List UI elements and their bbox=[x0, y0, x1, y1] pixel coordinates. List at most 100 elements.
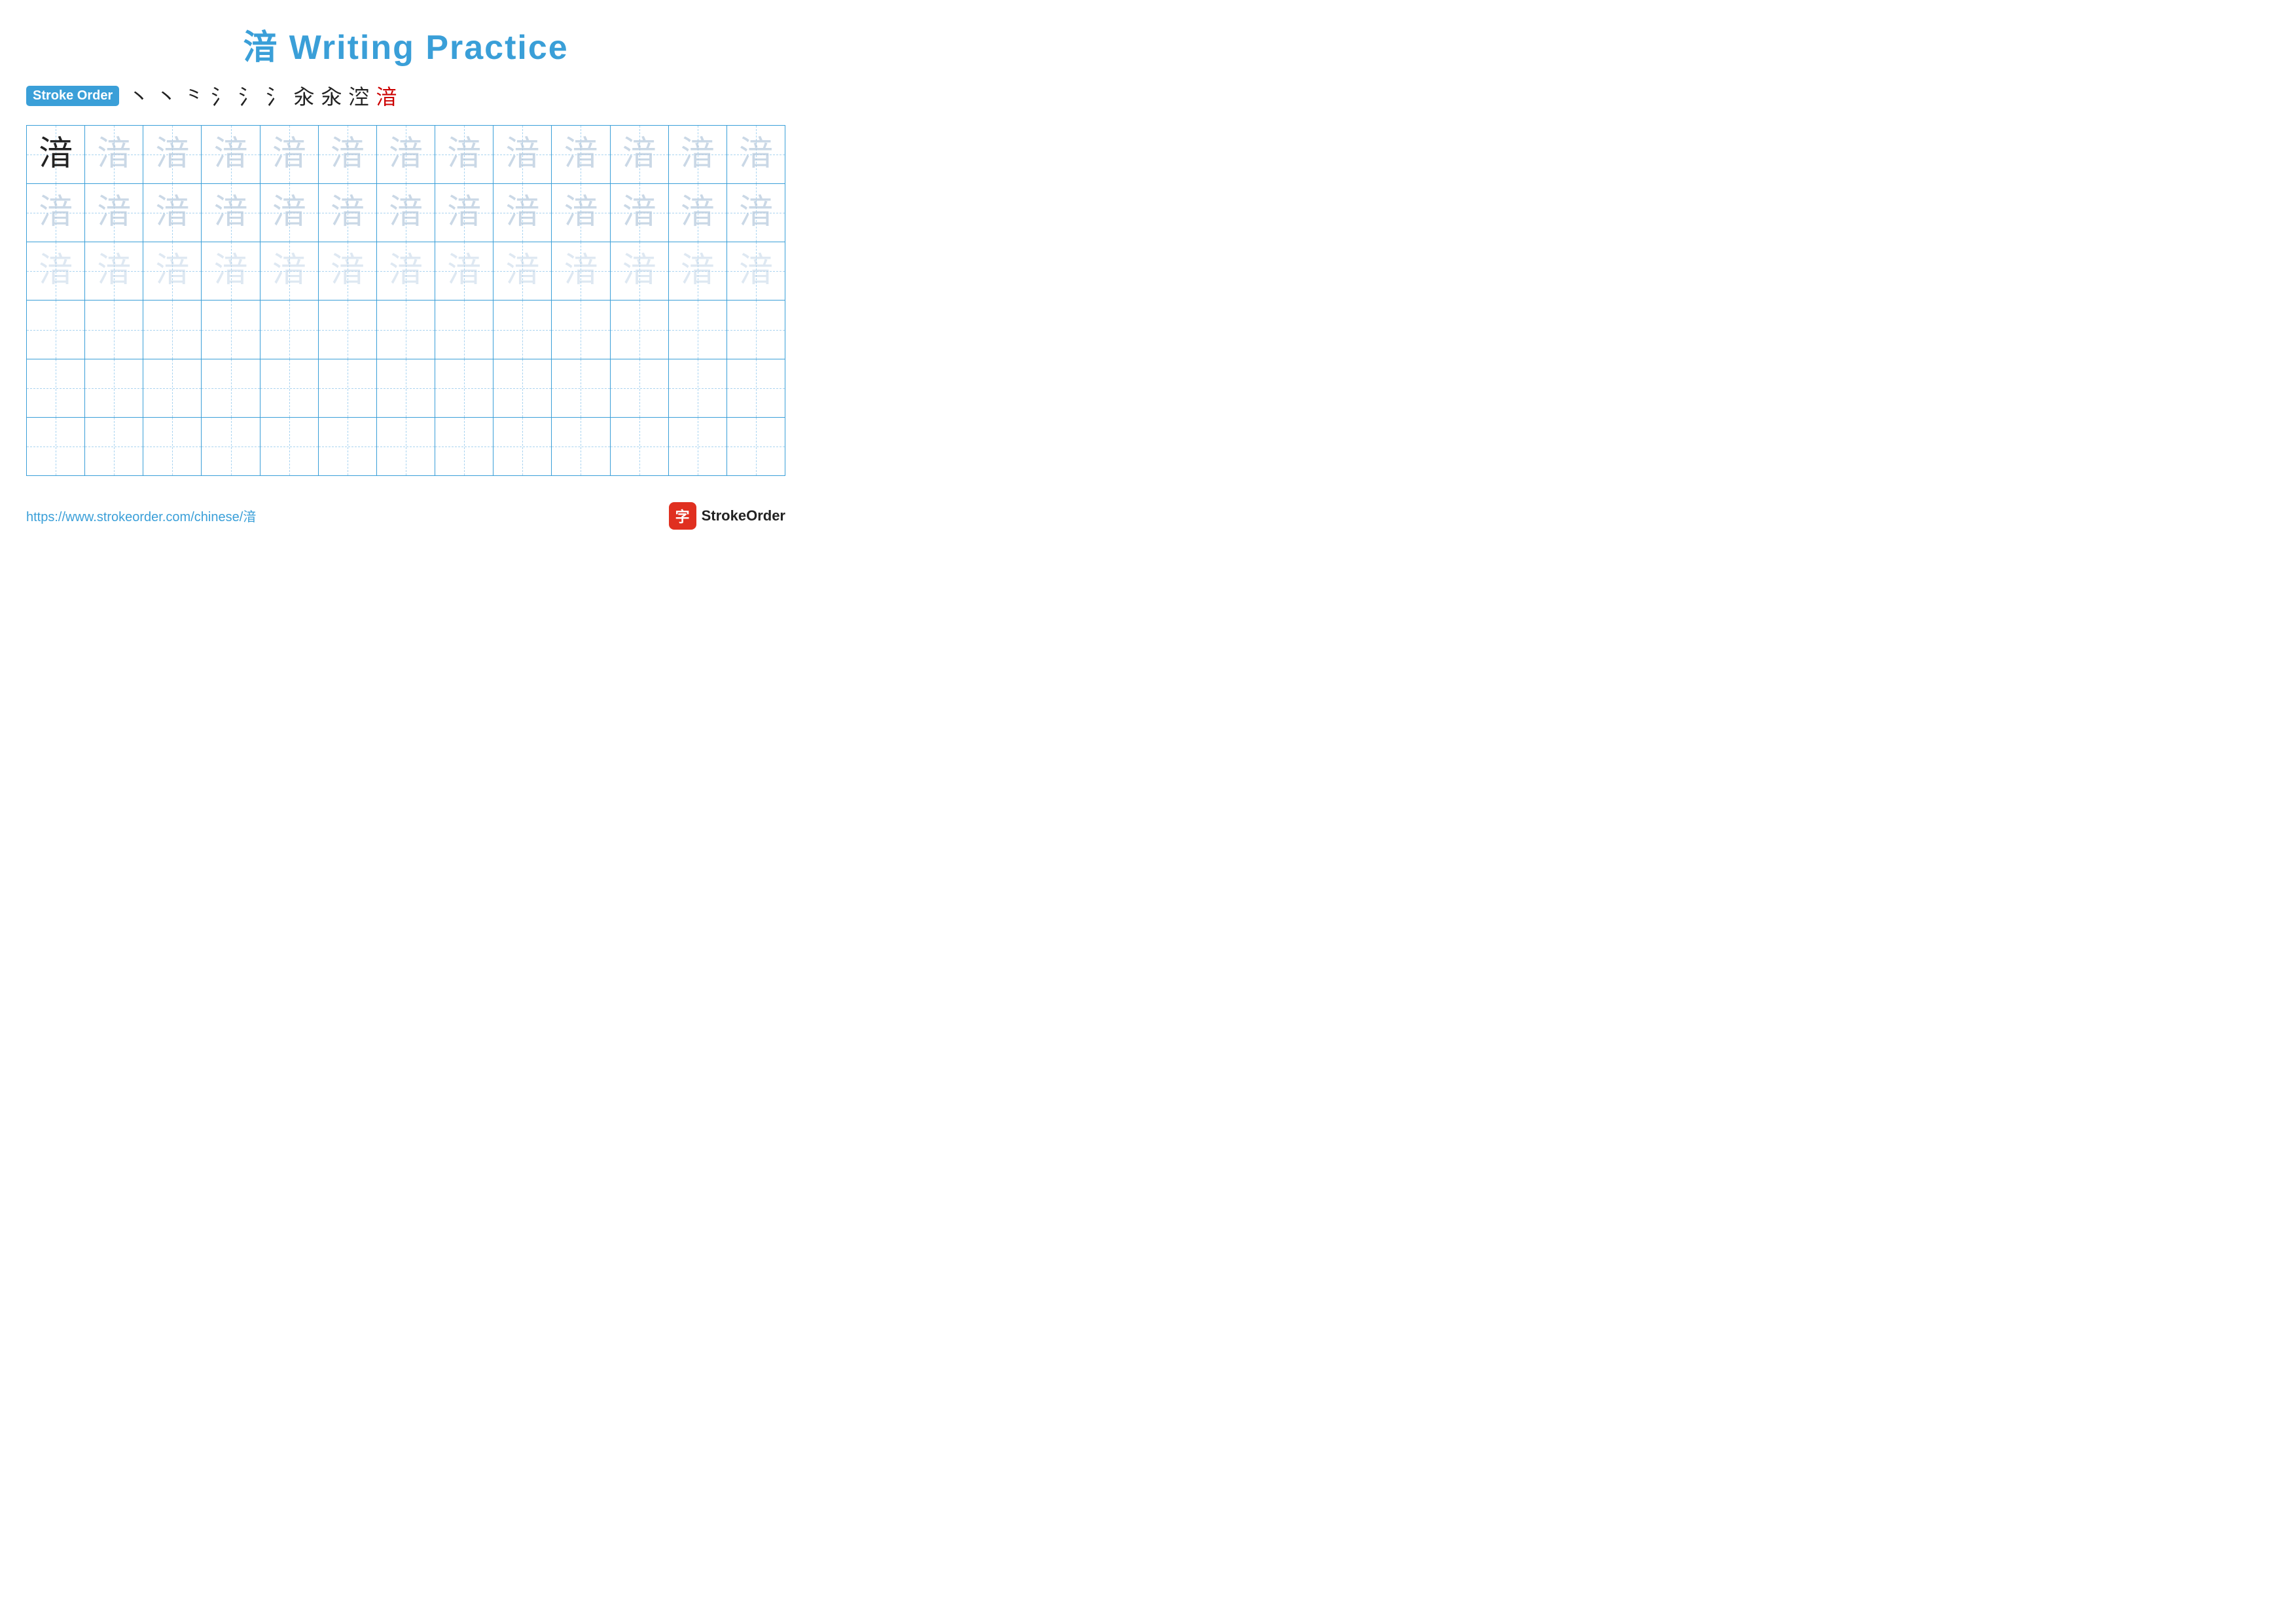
grid-cell[interactable]: 湆 bbox=[377, 126, 435, 184]
practice-char: 湆 bbox=[39, 196, 73, 230]
grid-cell[interactable] bbox=[85, 301, 143, 359]
grid-cell[interactable] bbox=[552, 301, 610, 359]
grid-cell[interactable]: 湆 bbox=[319, 242, 377, 301]
grid-cell[interactable]: 湆 bbox=[552, 126, 610, 184]
grid-cell[interactable]: 湆 bbox=[202, 126, 260, 184]
grid-cell[interactable]: 湆 bbox=[669, 242, 727, 301]
grid-cell[interactable]: 湆 bbox=[727, 242, 785, 301]
grid-cell[interactable] bbox=[319, 418, 377, 476]
grid-cell[interactable]: 湆 bbox=[669, 126, 727, 184]
grid-cell[interactable]: 湆 bbox=[202, 242, 260, 301]
grid-cell[interactable] bbox=[27, 418, 85, 476]
grid-cell[interactable]: 湆 bbox=[493, 126, 552, 184]
grid-cell[interactable] bbox=[552, 359, 610, 418]
grid-cell[interactable] bbox=[552, 418, 610, 476]
practice-grid: 湆湆湆湆湆湆湆湆湆湆湆湆湆湆湆湆湆湆湆湆湆湆湆湆湆湆湆湆湆湆湆湆湆湆湆湆湆湆湆 bbox=[26, 125, 785, 476]
grid-cell[interactable] bbox=[319, 359, 377, 418]
grid-cell[interactable] bbox=[377, 359, 435, 418]
grid-cell[interactable] bbox=[143, 418, 202, 476]
practice-char: 湆 bbox=[214, 196, 248, 230]
practice-char: 湆 bbox=[39, 137, 73, 172]
grid-cell[interactable] bbox=[27, 301, 85, 359]
grid-cell[interactable] bbox=[377, 418, 435, 476]
grid-cell[interactable]: 湆 bbox=[27, 184, 85, 242]
grid-cell[interactable]: 湆 bbox=[319, 184, 377, 242]
grid-cell[interactable] bbox=[435, 418, 493, 476]
grid-cell[interactable] bbox=[493, 301, 552, 359]
grid-cell[interactable]: 湆 bbox=[552, 184, 610, 242]
grid-cell[interactable]: 湆 bbox=[377, 184, 435, 242]
grid-cell[interactable] bbox=[377, 301, 435, 359]
grid-cell[interactable]: 湆 bbox=[319, 126, 377, 184]
grid-cell[interactable]: 湆 bbox=[143, 126, 202, 184]
grid-cell[interactable]: 湆 bbox=[611, 126, 669, 184]
grid-cell[interactable] bbox=[260, 418, 319, 476]
practice-char: 湆 bbox=[564, 196, 598, 230]
grid-row: 湆湆湆湆湆湆湆湆湆湆湆湆湆 bbox=[27, 184, 785, 242]
grid-cell[interactable] bbox=[319, 301, 377, 359]
grid-cell[interactable] bbox=[260, 359, 319, 418]
grid-cell[interactable]: 湆 bbox=[493, 184, 552, 242]
grid-cell[interactable]: 湆 bbox=[260, 184, 319, 242]
grid-cell[interactable]: 湆 bbox=[727, 126, 785, 184]
grid-cell[interactable] bbox=[727, 359, 785, 418]
grid-cell[interactable]: 湆 bbox=[493, 242, 552, 301]
grid-cell[interactable]: 湆 bbox=[202, 184, 260, 242]
practice-char: 湆 bbox=[97, 137, 131, 172]
grid-cell[interactable]: 湆 bbox=[435, 242, 493, 301]
practice-char: 湆 bbox=[505, 196, 539, 230]
grid-cell[interactable] bbox=[202, 359, 260, 418]
grid-cell[interactable] bbox=[202, 418, 260, 476]
grid-cell[interactable] bbox=[493, 418, 552, 476]
grid-cell[interactable]: 湆 bbox=[143, 184, 202, 242]
grid-cell[interactable]: 湆 bbox=[727, 184, 785, 242]
grid-cell[interactable] bbox=[435, 359, 493, 418]
grid-cell[interactable] bbox=[727, 301, 785, 359]
grid-row: 湆湆湆湆湆湆湆湆湆湆湆湆湆 bbox=[27, 126, 785, 184]
practice-char: 湆 bbox=[214, 254, 248, 288]
practice-char: 湆 bbox=[447, 254, 481, 288]
grid-cell[interactable]: 湆 bbox=[435, 126, 493, 184]
grid-cell[interactable]: 湆 bbox=[377, 242, 435, 301]
grid-cell[interactable] bbox=[669, 359, 727, 418]
grid-cell[interactable]: 湆 bbox=[435, 184, 493, 242]
practice-char: 湆 bbox=[681, 254, 715, 288]
grid-cell[interactable]: 湆 bbox=[611, 242, 669, 301]
grid-cell[interactable]: 湆 bbox=[85, 242, 143, 301]
grid-cell[interactable]: 湆 bbox=[85, 126, 143, 184]
grid-cell[interactable] bbox=[669, 301, 727, 359]
grid-cell[interactable] bbox=[669, 418, 727, 476]
grid-cell[interactable] bbox=[27, 359, 85, 418]
practice-char: 湆 bbox=[97, 254, 131, 288]
grid-cell[interactable]: 湆 bbox=[27, 242, 85, 301]
grid-cell[interactable] bbox=[611, 301, 669, 359]
grid-cell[interactable]: 湆 bbox=[27, 126, 85, 184]
grid-cell[interactable]: 湆 bbox=[611, 184, 669, 242]
grid-cell[interactable] bbox=[143, 359, 202, 418]
grid-cell[interactable] bbox=[85, 359, 143, 418]
grid-cell[interactable] bbox=[85, 418, 143, 476]
stroke-order-row: Stroke Order 丶 丶 ⺀ 氵 氵 氵 汆 汆 涳 湆 bbox=[26, 81, 785, 111]
grid-cell[interactable] bbox=[260, 301, 319, 359]
practice-char: 湆 bbox=[155, 137, 189, 172]
practice-char: 湆 bbox=[681, 196, 715, 230]
grid-cell[interactable] bbox=[611, 418, 669, 476]
grid-cell[interactable] bbox=[611, 359, 669, 418]
grid-cell[interactable] bbox=[143, 301, 202, 359]
practice-char: 湆 bbox=[155, 196, 189, 230]
practice-char: 湆 bbox=[155, 254, 189, 288]
grid-cell[interactable]: 湆 bbox=[85, 184, 143, 242]
grid-cell[interactable]: 湆 bbox=[143, 242, 202, 301]
stroke-order-badge: Stroke Order bbox=[26, 86, 119, 106]
grid-cell[interactable] bbox=[493, 359, 552, 418]
practice-char: 湆 bbox=[622, 254, 656, 288]
grid-cell[interactable]: 湆 bbox=[552, 242, 610, 301]
grid-cell[interactable]: 湆 bbox=[260, 126, 319, 184]
grid-cell[interactable] bbox=[435, 301, 493, 359]
grid-cell[interactable] bbox=[202, 301, 260, 359]
practice-char: 湆 bbox=[39, 254, 73, 288]
grid-cell[interactable]: 湆 bbox=[669, 184, 727, 242]
practice-char: 湆 bbox=[447, 137, 481, 172]
grid-cell[interactable] bbox=[727, 418, 785, 476]
grid-cell[interactable]: 湆 bbox=[260, 242, 319, 301]
